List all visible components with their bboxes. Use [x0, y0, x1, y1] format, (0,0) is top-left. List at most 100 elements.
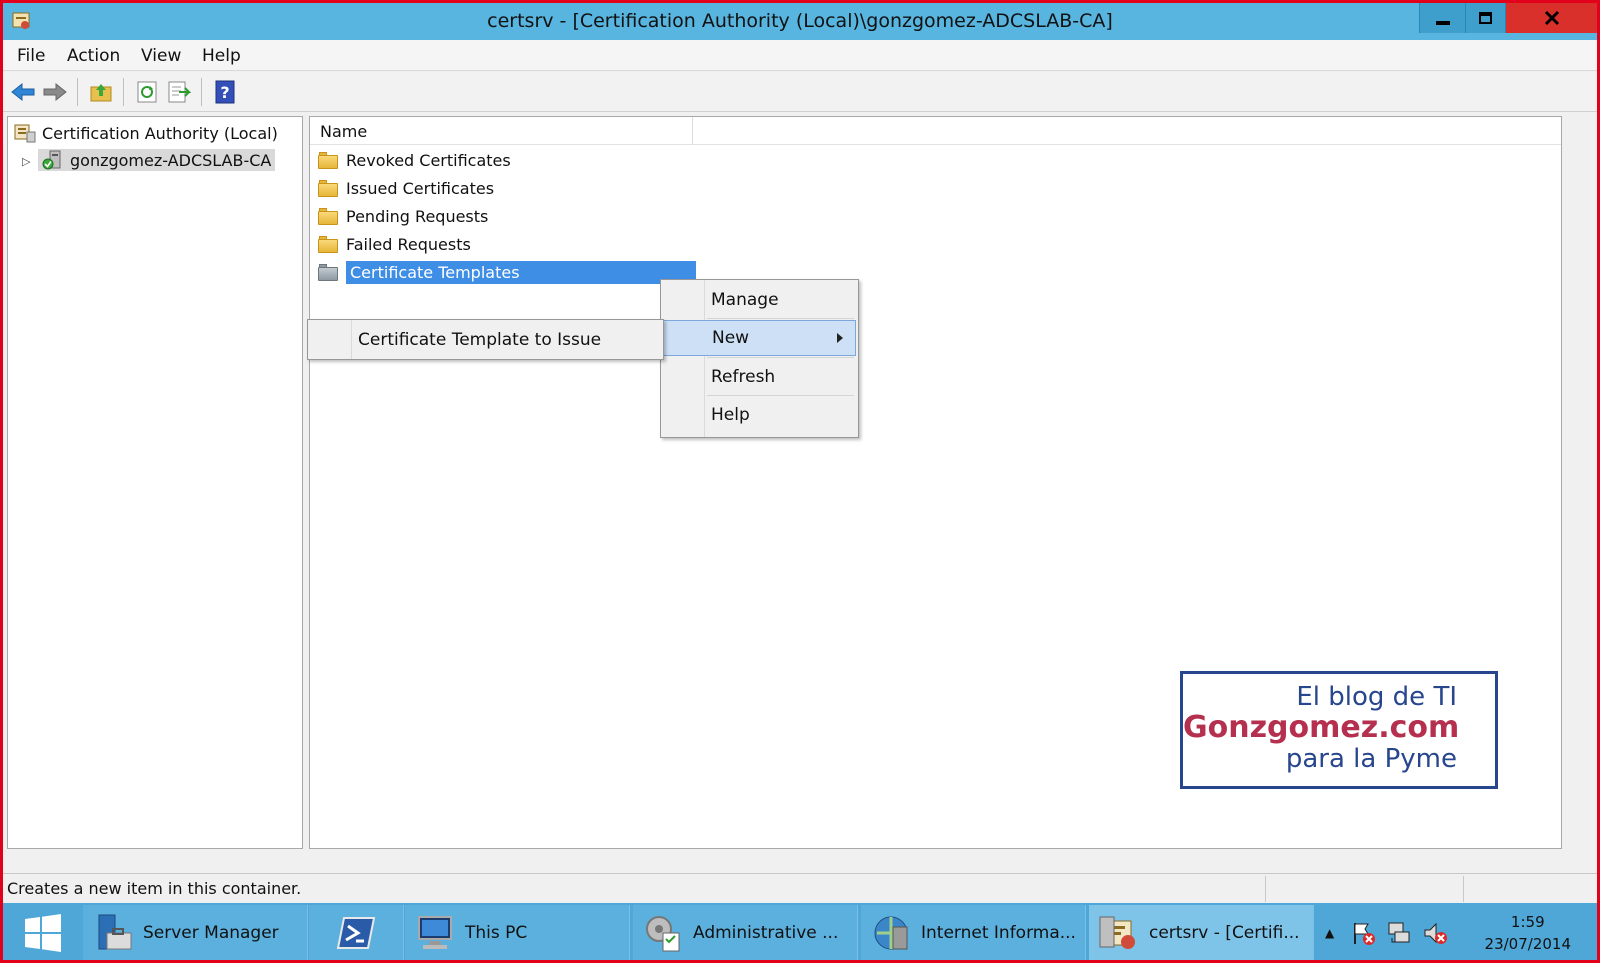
list-item-label: Revoked Certificates — [346, 150, 511, 170]
close-button[interactable] — [1505, 3, 1597, 33]
status-divider — [1265, 876, 1266, 902]
tree-node-ca[interactable]: ▷ gonzgomez-ADCSLAB-CA — [22, 149, 276, 171]
menu-view[interactable]: View — [141, 46, 181, 66]
status-bar: Creates a new item in this container. — [3, 873, 1597, 903]
powershell-icon — [336, 913, 376, 953]
start-button[interactable] — [7, 907, 79, 959]
taskbar-certsrv-active[interactable]: certsrv - [Certifi... — [1089, 905, 1314, 960]
menu-bar: File Action View Help — [3, 40, 1597, 71]
forward-button[interactable] — [41, 78, 69, 106]
svg-text:?: ? — [220, 83, 229, 102]
action-center-flag-icon[interactable] — [1350, 920, 1376, 946]
context-menu-new-label: New — [712, 328, 750, 348]
taskbar-clock[interactable]: 1:59 23/07/2014 — [1485, 911, 1571, 955]
list-item[interactable]: Pending Requests — [318, 203, 488, 229]
network-icon[interactable] — [1386, 920, 1412, 946]
context-menu-new[interactable]: New — [663, 320, 856, 356]
context-menu-refresh[interactable]: Refresh — [663, 359, 856, 395]
context-menu-manage[interactable]: Manage — [663, 282, 856, 318]
taskbar-powershell[interactable] — [309, 905, 404, 960]
context-menu: Manage New Refresh Help — [660, 279, 859, 438]
restore-button[interactable] — [1465, 3, 1505, 33]
help-button[interactable]: ? — [211, 78, 239, 106]
context-menu-separator — [707, 395, 854, 396]
menu-file[interactable]: File — [17, 46, 45, 66]
folder-icon — [318, 208, 338, 225]
list-item[interactable]: Issued Certificates — [318, 175, 494, 201]
column-header-name[interactable]: Name — [310, 117, 693, 145]
results-pane[interactable]: Name Revoked Certificates Issued Certifi… — [309, 116, 1562, 849]
minimize-button[interactable] — [1419, 3, 1465, 33]
taskbar-label: Internet Informa... — [921, 923, 1076, 943]
minimize-icon — [1435, 21, 1450, 25]
tree-root-label: Certification Authority (Local) — [42, 123, 278, 143]
clock-date: 23/07/2014 — [1484, 935, 1571, 953]
ca-root-icon — [14, 124, 36, 143]
console-tree[interactable]: Certification Authority (Local) ▷ gonzgo… — [7, 116, 303, 849]
export-list-icon — [168, 81, 191, 103]
expand-arrow-icon[interactable]: ▷ — [22, 155, 32, 168]
help-icon: ? — [215, 80, 235, 104]
watermark-line2: Gonzgomez.com — [1183, 710, 1460, 745]
restore-icon — [1479, 12, 1492, 24]
toolbar-separator — [123, 78, 124, 106]
up-folder-icon — [90, 84, 112, 102]
computer-icon — [415, 913, 455, 953]
list-item-label: Issued Certificates — [346, 178, 495, 198]
list-item-label: Pending Requests — [346, 206, 489, 226]
window-frame: certsrv - [Certification Authority (Loca… — [0, 0, 1600, 963]
clock-time: 1:59 — [1510, 913, 1545, 931]
submenu: Certificate Template to Issue — [307, 319, 664, 360]
export-list-button[interactable] — [165, 78, 193, 106]
taskbar-this-pc[interactable]: This PC — [405, 905, 630, 960]
toolbar-separator — [77, 78, 78, 106]
taskbar-label: Administrative ... — [693, 923, 839, 943]
templates-folder-icon — [318, 264, 338, 281]
taskbar-iis-manager[interactable]: Internet Informa... — [861, 905, 1086, 960]
menu-help[interactable]: Help — [202, 46, 241, 66]
certsrv-icon — [1099, 913, 1139, 953]
context-menu-help[interactable]: Help — [663, 397, 856, 433]
blog-watermark: El blog de TI Gonzgomez.com para la Pyme — [1180, 671, 1498, 789]
list-item-label: Certificate Templates — [346, 260, 696, 284]
list-item-selected[interactable]: Certificate Templates — [318, 259, 696, 285]
back-button[interactable] — [9, 78, 37, 106]
folder-icon — [318, 236, 338, 253]
submenu-certificate-template-to-issue[interactable]: Certificate Template to Issue — [310, 322, 661, 358]
refresh-button[interactable] — [133, 78, 161, 106]
list-item[interactable]: Revoked Certificates — [318, 147, 511, 173]
status-divider — [1463, 876, 1464, 902]
status-text: Creates a new item in this container. — [7, 879, 302, 898]
taskbar-label: Server Manager — [143, 923, 279, 943]
up-folder-button[interactable] — [87, 78, 115, 106]
taskbar-administrative-tools[interactable]: Administrative ... — [633, 905, 858, 960]
tree-root[interactable]: Certification Authority (Local) — [14, 123, 278, 143]
watermark-line3: para la Pyme — [1285, 744, 1457, 774]
taskbar-label: This PC — [465, 923, 528, 943]
close-icon — [1544, 10, 1559, 26]
forward-arrow-icon — [43, 82, 67, 102]
ca-server-icon — [42, 150, 61, 170]
list-item-label: Failed Requests — [346, 234, 471, 254]
list-header: Name — [310, 117, 1561, 145]
toolbar-separator — [201, 78, 202, 106]
server-manager-icon — [93, 913, 133, 953]
taskbar: Server Manager This PC Administrative ..… — [3, 903, 1597, 960]
list-item[interactable]: Failed Requests — [318, 231, 471, 257]
window-title: certsrv - [Certification Authority (Loca… — [487, 10, 1113, 32]
context-menu-separator — [707, 357, 854, 358]
menu-action[interactable]: Action — [67, 46, 120, 66]
tree-node-selection[interactable]: gonzgomez-ADCSLAB-CA — [38, 149, 276, 171]
taskbar-label: certsrv - [Certifi... — [1149, 923, 1300, 943]
title-bar[interactable]: certsrv - [Certification Authority (Loca… — [3, 3, 1597, 40]
admin-tools-icon — [643, 913, 683, 953]
submenu-arrow-icon — [837, 333, 843, 343]
speaker-muted-icon[interactable] — [1422, 920, 1448, 946]
system-tray: ▲ — [1325, 903, 1448, 960]
tray-expand-icon[interactable]: ▲ — [1325, 926, 1334, 940]
context-menu-separator — [707, 318, 854, 319]
toolbar: ? — [3, 72, 1597, 112]
folder-icon — [318, 152, 338, 169]
taskbar-server-manager[interactable]: Server Manager — [83, 905, 308, 960]
refresh-icon — [137, 81, 157, 103]
